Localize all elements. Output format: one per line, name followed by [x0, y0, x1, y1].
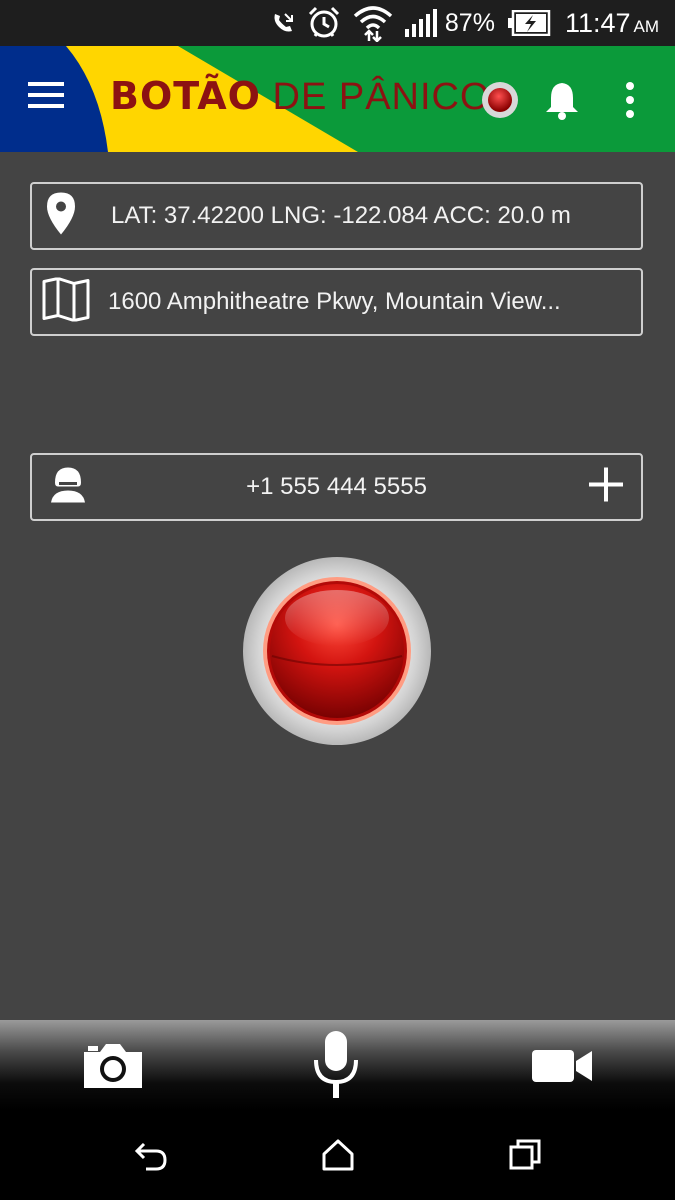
address-field: 1600 Amphitheatre Pkwy, Mountain View...: [30, 268, 643, 336]
camera-icon[interactable]: [82, 1042, 144, 1095]
navigation-bar: [0, 1110, 675, 1200]
app-header: BOTÃO DE PÂNICO: [0, 46, 675, 152]
signal-icon: [404, 9, 437, 37]
hamburger-menu-icon[interactable]: [28, 82, 78, 118]
battery-percent: 87%: [444, 8, 495, 37]
more-vertical-icon[interactable]: [620, 80, 640, 120]
address-text: 1600 Amphitheatre Pkwy, Mountain View...: [108, 288, 561, 315]
location-text: LAT: 37.42200 LNG: -122.084 ACC: 20.0 m: [111, 202, 571, 229]
contact-field[interactable]: +1 555 444 5555: [30, 453, 643, 521]
microphone-icon[interactable]: [313, 1030, 359, 1105]
home-icon[interactable]: [321, 1138, 355, 1177]
alarm-clock-icon: [307, 6, 341, 40]
video-camera-icon[interactable]: [532, 1048, 594, 1089]
clock: 11:47 AM: [564, 7, 659, 38]
battery-charging-icon: [507, 10, 551, 36]
call-forward-icon: [271, 11, 295, 35]
wifi-icon: [353, 4, 393, 42]
app-title: BOTÃO DE PÂNICO: [110, 74, 491, 118]
map-pin-icon: [46, 192, 76, 241]
media-bar: [0, 1020, 675, 1110]
panic-button[interactable]: [242, 556, 432, 746]
status-bar: 87% 11:47 AM: [0, 0, 675, 46]
map-icon: [42, 277, 90, 327]
back-icon[interactable]: [134, 1138, 168, 1177]
bell-icon[interactable]: [544, 80, 580, 120]
recents-icon[interactable]: [508, 1138, 542, 1177]
plus-icon[interactable]: [589, 467, 623, 507]
contact-phone: +1 555 444 5555: [246, 473, 427, 500]
location-field: LAT: 37.42200 LNG: -122.084 ACC: 20.0 m: [30, 182, 643, 250]
record-dot-icon: [481, 81, 519, 124]
